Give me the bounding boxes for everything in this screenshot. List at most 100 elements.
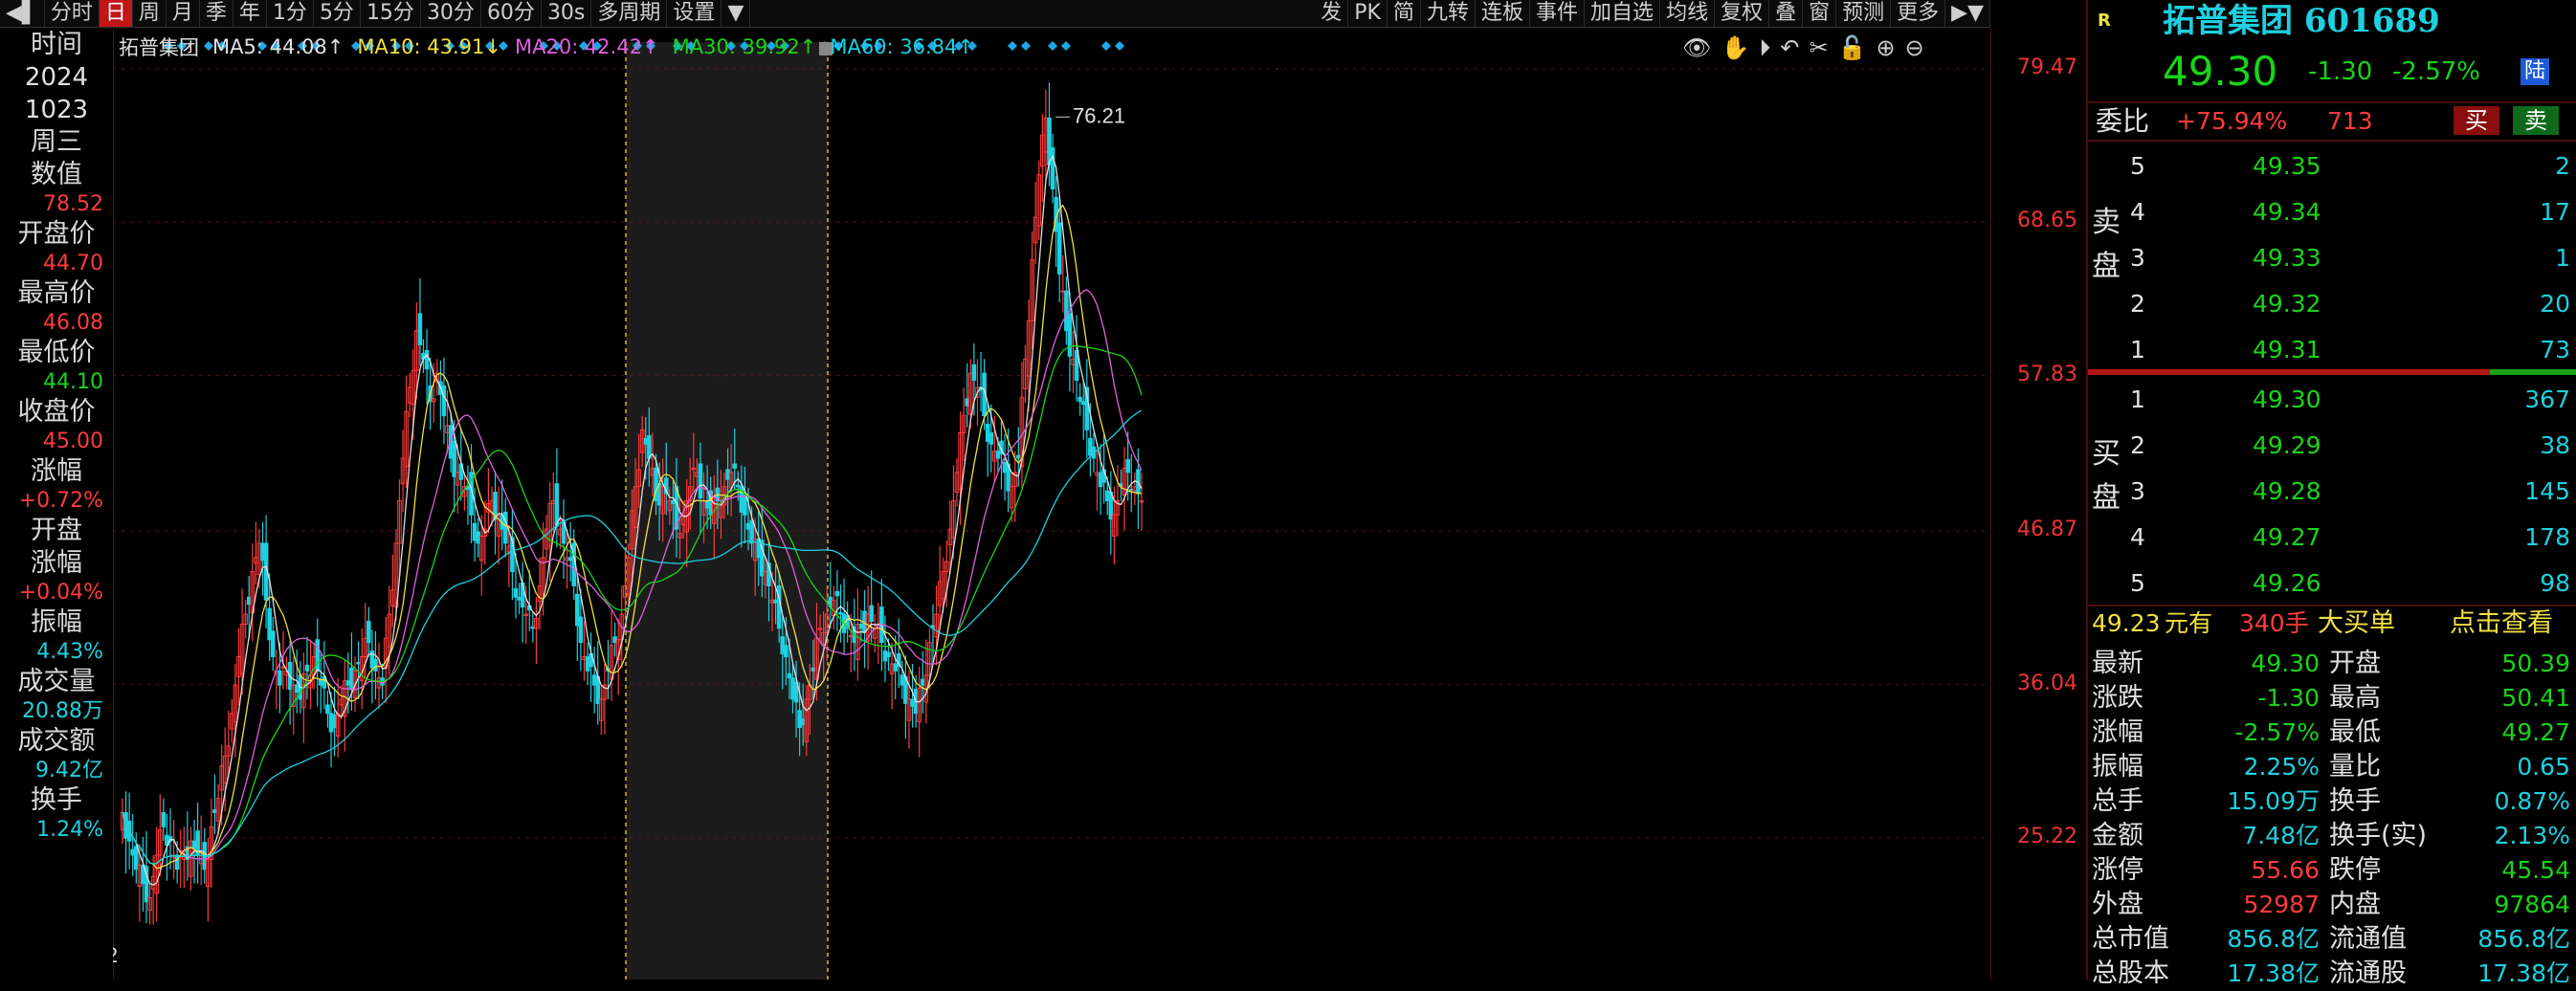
candle-body — [735, 484, 741, 488]
dropdown-arrow-icon[interactable]: ▼ — [722, 0, 751, 27]
toolbar-item[interactable]: 简 — [1388, 0, 1421, 27]
stat-row: 总手 15.09万 换手 0.87% — [2088, 784, 2576, 819]
kline-chart[interactable]: 76.21 17.52 — [113, 29, 1990, 980]
candle-body — [315, 639, 321, 672]
big-order-link[interactable]: 点击查看 — [2450, 606, 2553, 641]
candle-body — [332, 714, 337, 729]
period-tab[interactable]: 周 — [133, 0, 167, 27]
stat-value: 50.41 — [2501, 684, 2570, 712]
candle-body — [260, 542, 265, 562]
weicha-value: 713 — [2327, 107, 2373, 135]
eye-icon[interactable]: 👁 — [1682, 34, 1711, 61]
period-tab[interactable]: 设置 — [667, 0, 722, 27]
book-row[interactable]: 3 49.33 1 — [2088, 235, 2576, 281]
candle-body — [417, 313, 423, 346]
candle-body — [356, 661, 361, 665]
toolbar-item[interactable]: 加自选 — [1585, 0, 1661, 27]
stat-key: 换手(实) — [2329, 821, 2428, 850]
candle-body — [567, 557, 573, 562]
zoom-in-icon[interactable]: ⊕ — [1876, 34, 1895, 61]
info-value: +0.72% — [18, 489, 103, 513]
stat-value: 17.38亿 — [2477, 959, 2570, 987]
candle-body — [1050, 147, 1055, 190]
book-row[interactable]: 4 49.27 178 — [2088, 515, 2576, 561]
play-icon[interactable]: ⏵ — [1759, 34, 1770, 61]
book-row[interactable]: 5 49.26 98 — [2088, 561, 2576, 606]
sell-button[interactable]: 卖 — [2513, 106, 2559, 135]
ma-value: MA60: 36.84↑ — [830, 35, 974, 58]
info-value: 1023 — [24, 96, 89, 124]
candle-body — [749, 519, 754, 544]
info-label: 成交量 — [17, 667, 96, 696]
info-value: 4.43% — [36, 640, 103, 664]
book-row[interactable]: 1 49.30 367 — [2088, 377, 2576, 423]
period-tab[interactable]: 月 — [167, 0, 200, 27]
period-tab[interactable]: 1分 — [267, 0, 314, 27]
book-volume: 2 — [2555, 152, 2570, 180]
book-row[interactable]: 2 49.29 38 — [2088, 423, 2576, 469]
buy-button[interactable]: 买 — [2454, 106, 2499, 135]
toolbar-item[interactable]: 事件 — [1530, 0, 1586, 27]
period-tab[interactable]: 季 — [200, 0, 233, 27]
info-value: 44.10 — [43, 370, 103, 394]
book-row[interactable]: 2 49.32 20 — [2088, 281, 2576, 327]
zoom-out-icon[interactable]: ⊖ — [1905, 34, 1924, 61]
candle-body — [732, 463, 738, 469]
toolbar-item[interactable]: PK — [1348, 0, 1388, 27]
period-tab[interactable]: 60分 — [481, 0, 542, 27]
info-value: +0.04% — [18, 581, 103, 605]
candle-body — [1080, 401, 1086, 406]
toolbar-item[interactable]: 连板 — [1476, 0, 1531, 27]
candle-body — [745, 522, 751, 530]
toolbar-item[interactable]: 预测 — [1836, 0, 1892, 27]
book-row[interactable]: 3 49.28 145 — [2088, 469, 2576, 515]
stock-code: 601689 — [2303, 2, 2440, 40]
period-tab[interactable]: 30s — [542, 0, 592, 27]
candle-body — [784, 645, 788, 658]
stat-row: 金额 7.48亿 换手(实) 2.13% — [2088, 819, 2576, 853]
toolbar-more-icon[interactable]: ▶▼ — [1945, 0, 1990, 27]
price-pct: -2.57% — [2392, 57, 2480, 86]
book-row[interactable]: 4 49.34 17 — [2088, 189, 2576, 235]
candle-body — [373, 658, 378, 672]
toolbar-item[interactable]: 均线 — [1660, 0, 1716, 27]
toolbar-item[interactable]: 叠 — [1769, 0, 1804, 27]
undo-icon[interactable]: ↶ — [1780, 34, 1799, 61]
lock-icon[interactable]: 🔓 — [1838, 34, 1867, 61]
stat-key: 最高 — [2329, 683, 2381, 713]
toolbar-collapse-icon[interactable]: ◀▌ — [0, 0, 45, 27]
period-tab[interactable]: 年 — [233, 0, 267, 27]
toolbar-item[interactable]: 复权 — [1715, 0, 1770, 27]
period-tab[interactable]: 分时 — [45, 0, 100, 27]
stock-name: 拓普集团 — [2163, 2, 2293, 40]
candle-body — [267, 607, 272, 641]
stat-value: 2.25% — [2243, 753, 2320, 781]
stat-key: 总股本 — [2092, 958, 2169, 988]
toolbar-item[interactable]: 更多 — [1891, 0, 1946, 27]
period-tab[interactable]: 15分 — [361, 0, 421, 27]
candle-body — [1104, 490, 1110, 502]
candle-body — [671, 500, 676, 504]
book-row[interactable]: 1 49.31 73 — [2088, 327, 2576, 373]
period-tab[interactable]: 多周期 — [591, 0, 668, 27]
toolbar-item[interactable]: 发 — [1315, 0, 1349, 27]
last-price: 49.30 — [2163, 48, 2278, 95]
hand-icon[interactable]: ✋ — [1721, 34, 1749, 61]
info-label: 振幅 — [31, 607, 82, 637]
book-volume: 98 — [2540, 569, 2570, 597]
toolbar-item[interactable]: 窗 — [1803, 0, 1837, 27]
toolbar-item[interactable]: 九转 — [1421, 0, 1477, 27]
scissors-icon[interactable]: ✂ — [1809, 34, 1828, 61]
period-tab[interactable]: 30分 — [421, 0, 481, 27]
period-tab[interactable]: 5分 — [314, 0, 361, 27]
candle-body — [1088, 437, 1093, 456]
stat-key: 流通股 — [2329, 958, 2407, 988]
book-price: 49.34 — [2253, 198, 2321, 226]
candle-body — [858, 623, 864, 629]
info-label: 时间 — [31, 30, 82, 59]
book-row[interactable]: 5 49.35 2 — [2088, 143, 2576, 189]
event-diamond — [1048, 41, 1057, 51]
ma-legend: 拓普集团 MA5: 44.08↑ MA10: 43.91↓ MA20: 42.42↑… — [119, 33, 974, 61]
candle-body — [472, 522, 477, 541]
period-tab[interactable]: 日 — [99, 0, 133, 27]
